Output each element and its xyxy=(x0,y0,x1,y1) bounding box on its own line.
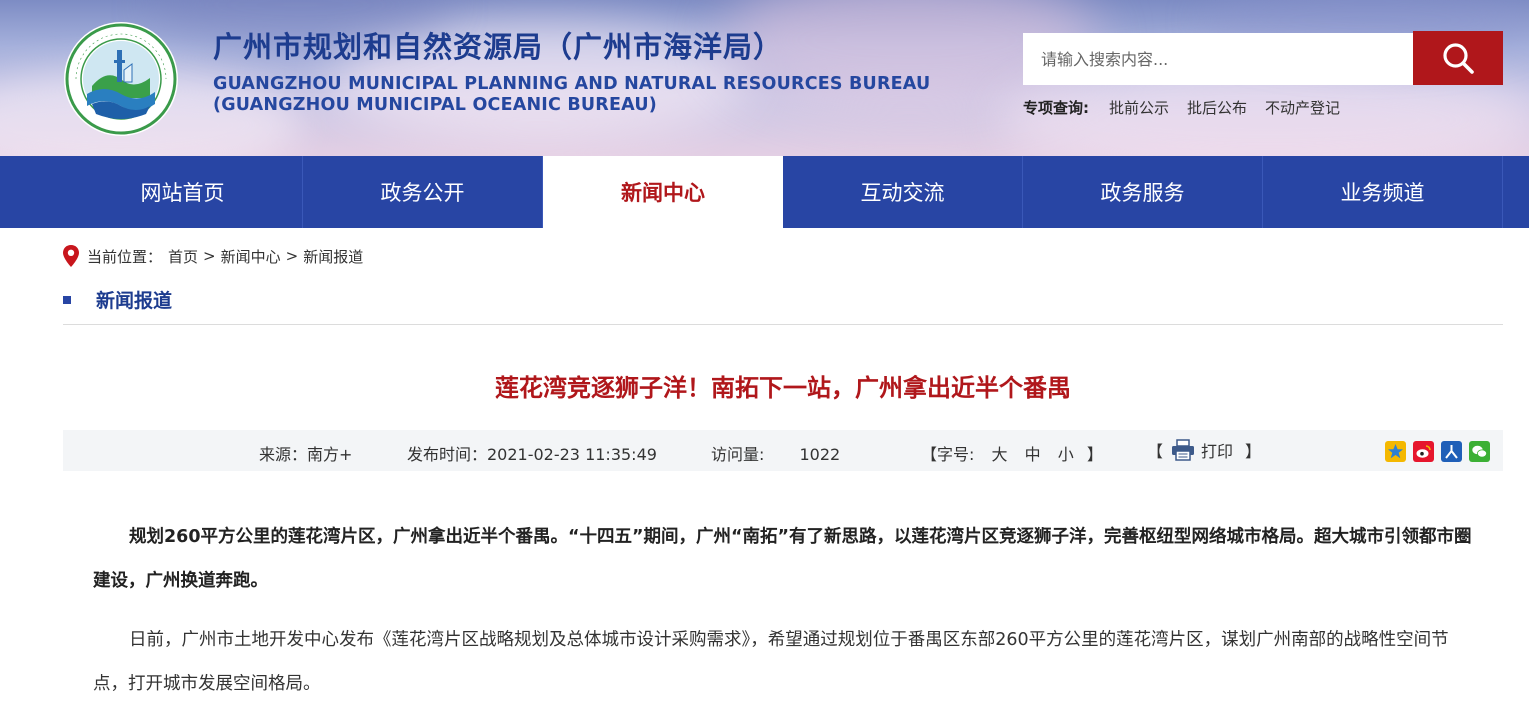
article-paragraph-lead: 规划260平方公里的莲花湾片区，广州拿出近半个番禺。“十四五”期间，广州“南拓”… xyxy=(93,527,1472,591)
location-pin-icon xyxy=(63,245,79,267)
weibo-icon[interactable] xyxy=(1413,441,1434,462)
qzone-icon[interactable] xyxy=(1385,441,1406,462)
nav-item-government-affairs[interactable]: 政务公开 xyxy=(303,156,543,228)
site-header: 广州市规划和自然资源局（广州市海洋局） GUANGZHOU MUNICIPAL … xyxy=(0,0,1529,156)
article-title: 莲花湾竞逐狮子洋！南拓下一站，广州拿出近半个番禺 xyxy=(495,374,1071,402)
font-size-control: 【字号: 大 中 小 】 xyxy=(921,441,1103,465)
font-size-small[interactable]: 小 xyxy=(1058,445,1074,464)
share-icons xyxy=(1385,441,1490,462)
special-query-link-post-approval[interactable]: 批后公布 xyxy=(1187,97,1247,118)
visits-label: 访问量: xyxy=(711,445,765,464)
nav-item-home[interactable]: 网站首页 xyxy=(63,156,303,228)
breadcrumb: 当前位置： 首页 > 新闻中心 > 新闻报道 xyxy=(62,244,363,268)
article-publish-time: 发布时间：2021-02-23 11:35:49 xyxy=(407,445,657,464)
special-query-link-real-estate[interactable]: 不动产登记 xyxy=(1265,97,1340,118)
breadcrumb-news-center[interactable]: 新闻中心 xyxy=(221,246,281,267)
special-query: 专项查询: 批前公示 批后公布 不动产登记 xyxy=(1023,97,1358,118)
article-paragraph: 日前，广州市土地开发中心发布《莲花湾片区战略规划及总体城市设计采购需求》，希望通… xyxy=(93,630,1449,694)
font-size-bracket: 】 xyxy=(1086,445,1103,464)
section-divider xyxy=(63,324,1503,325)
search-input[interactable] xyxy=(1023,33,1413,85)
font-size-label: 【字号: xyxy=(921,445,975,464)
print-bracket-open: 【 xyxy=(1147,442,1164,461)
nav-item-business-channel[interactable]: 业务频道 xyxy=(1263,156,1503,228)
special-query-label: 专项查询: xyxy=(1023,99,1089,117)
bureau-emblem-icon[interactable] xyxy=(62,20,180,138)
printer-icon[interactable] xyxy=(1171,439,1195,461)
font-size-large[interactable]: 大 xyxy=(992,445,1008,464)
article-source: 来源：南方+ xyxy=(259,445,353,464)
nav-item-government-services[interactable]: 政务服务 xyxy=(1023,156,1263,228)
special-query-link-pre-approval[interactable]: 批前公示 xyxy=(1109,97,1169,118)
article-meta-bar: 来源：南方+ 发布时间：2021-02-23 11:35:49 访问量: 102… xyxy=(63,430,1503,471)
visits-value: 1022 xyxy=(799,445,841,464)
font-size-medium[interactable]: 中 xyxy=(1025,445,1041,464)
section-title: 新闻报道 xyxy=(96,290,173,312)
breadcrumb-separator: > xyxy=(203,247,216,265)
article-visits: 访问量: 1022 xyxy=(711,441,840,465)
section-heading: 新闻报道 xyxy=(63,286,172,313)
breadcrumb-label: 当前位置： xyxy=(87,247,163,266)
renren-icon[interactable] xyxy=(1441,441,1462,462)
main-nav: 网站首页 政务公开 新闻中心 互动交流 政务服务 业务频道 xyxy=(0,156,1529,228)
nav-item-interaction[interactable]: 互动交流 xyxy=(783,156,1023,228)
print-bracket-close: 】 xyxy=(1245,442,1262,461)
section-bullet-icon xyxy=(63,295,71,304)
print-control[interactable]: 【 打印 】 xyxy=(1147,438,1261,462)
org-name-en-line2: (GUANGZHOU MUNICIPAL OCEANIC BUREAU) xyxy=(213,95,657,115)
search-icon xyxy=(1443,43,1474,74)
breadcrumb-separator: > xyxy=(285,247,299,265)
wechat-icon[interactable] xyxy=(1469,441,1490,462)
org-name-cn: 广州市规划和自然资源局（广州市海洋局） xyxy=(213,30,784,64)
org-name-en-line1: GUANGZHOU MUNICIPAL PLANNING AND NATURAL… xyxy=(213,74,931,94)
nav-item-news-center[interactable]: 新闻中心 xyxy=(543,156,783,228)
print-label[interactable]: 打印 xyxy=(1201,438,1233,462)
search-button[interactable] xyxy=(1413,31,1503,85)
breadcrumb-home[interactable]: 首页 xyxy=(168,246,198,267)
breadcrumb-news-reports[interactable]: 新闻报道 xyxy=(303,246,363,267)
